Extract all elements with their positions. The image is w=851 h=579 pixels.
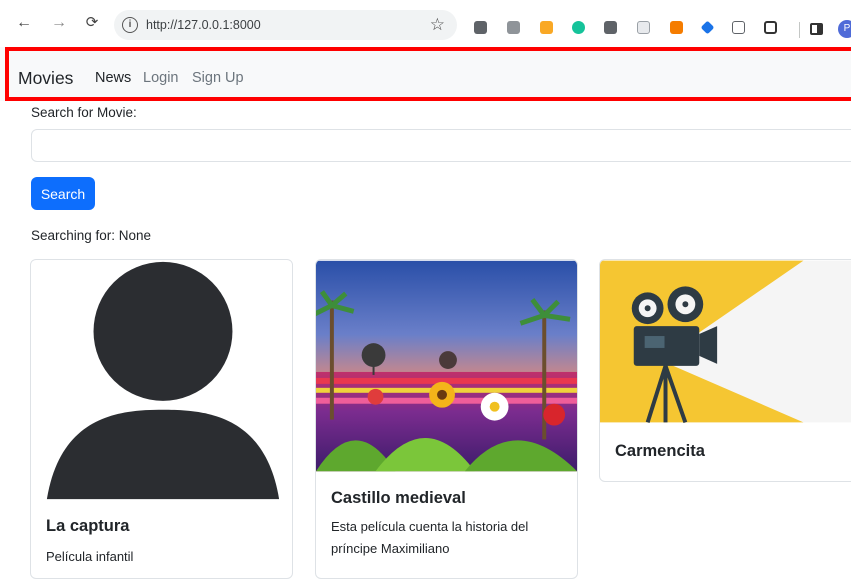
movie-card: Carmencita <box>599 259 851 482</box>
search-input[interactable] <box>31 129 851 162</box>
nav-link-signup[interactable]: Sign Up <box>192 70 244 86</box>
side-panel-icon[interactable] <box>810 23 823 35</box>
url-text[interactable]: http://127.0.0.1:8000 <box>146 18 261 32</box>
camera-icon[interactable] <box>732 21 745 34</box>
movie-description: Esta película cuenta la historia del prí… <box>331 519 529 556</box>
search-button[interactable]: Search <box>31 177 95 210</box>
person-placeholder-image <box>31 260 292 500</box>
grammarly-icon[interactable] <box>572 21 585 34</box>
extension-icon[interactable] <box>604 21 617 34</box>
movie-description: Película infantil <box>46 549 134 564</box>
movie-title: La captura <box>46 517 130 535</box>
nav-link-news[interactable]: News <box>95 70 131 86</box>
flower-landscape-image <box>316 260 577 472</box>
extension-icon[interactable] <box>670 21 683 34</box>
toolbar-divider <box>799 22 800 38</box>
extension-icon[interactable] <box>700 20 715 35</box>
extension-icon[interactable] <box>507 21 520 34</box>
back-arrow-icon[interactable]: ← <box>14 13 34 33</box>
extension-icon[interactable] <box>540 21 553 34</box>
movie-card: La captura Película infantil <box>30 259 293 579</box>
browser-toolbar: ← → ⟳ i http://127.0.0.1:8000 ☆ P <box>0 0 851 46</box>
movie-title: Castillo medieval <box>331 489 466 507</box>
nav-link-login[interactable]: Login <box>143 70 178 86</box>
movie-title: Carmencita <box>615 442 705 460</box>
forward-arrow-icon[interactable]: → <box>49 13 69 33</box>
bookmark-star-icon[interactable]: ☆ <box>430 15 445 35</box>
reload-icon[interactable]: ⟳ <box>82 13 102 33</box>
movie-card: Castillo medieval Esta película cuenta l… <box>315 259 578 579</box>
address-bar[interactable]: i http://127.0.0.1:8000 ☆ <box>114 10 457 40</box>
search-label: Search for Movie: <box>31 105 137 120</box>
document-icon[interactable] <box>637 21 650 34</box>
search-status: Searching for: None <box>31 228 152 243</box>
film-camera-image <box>600 260 851 423</box>
site-info-icon[interactable]: i <box>122 17 138 33</box>
extension-icon[interactable] <box>474 21 487 34</box>
navbar-brand[interactable]: Movies <box>18 68 73 89</box>
profile-avatar[interactable]: P <box>838 20 851 38</box>
extensions-puzzle-icon[interactable] <box>764 21 777 34</box>
